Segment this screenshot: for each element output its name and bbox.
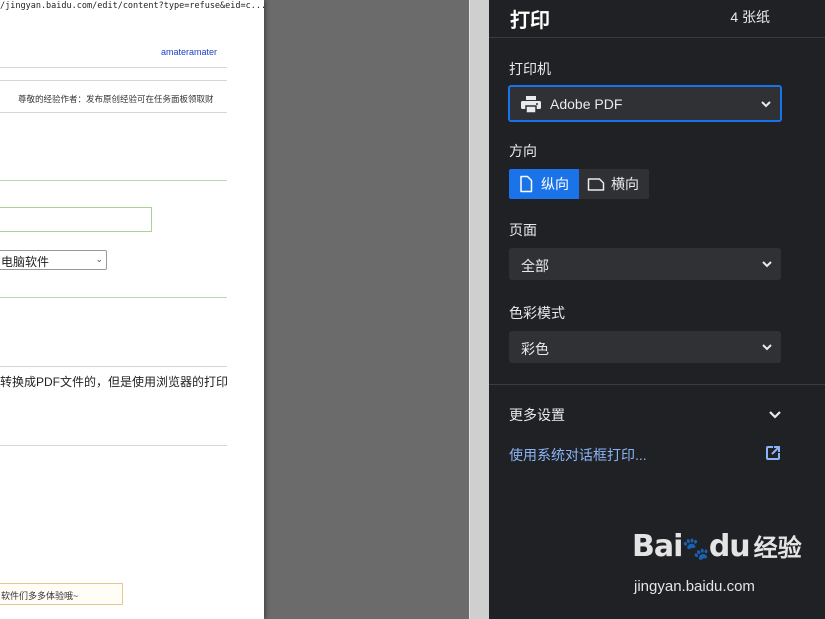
preview-divider — [0, 445, 227, 446]
open-external-icon[interactable] — [764, 444, 782, 462]
pages-label: 页面 — [509, 222, 537, 238]
baidu-logo: Bai🐾du 经验 — [632, 529, 802, 564]
preview-scrollbar[interactable] — [469, 0, 489, 619]
color-mode-label: 色彩模式 — [509, 305, 565, 321]
orientation-landscape-label: 横向 — [611, 176, 639, 192]
pages-select[interactable]: 全部 — [509, 248, 781, 280]
orientation-landscape-button[interactable]: 横向 — [579, 169, 649, 199]
chevron-down-icon — [769, 411, 781, 419]
preview-divider — [0, 112, 227, 113]
system-dialog-link[interactable]: 使用系统对话框打印... — [509, 445, 647, 465]
watermark-url: jingyan.baidu.com — [634, 578, 755, 595]
preview-title-input-box — [0, 207, 152, 232]
more-settings-toggle[interactable]: 更多设置 — [509, 405, 784, 425]
chevron-down-icon — [761, 101, 771, 108]
printer-select-value: Adobe PDF — [550, 96, 623, 112]
color-mode-select-value: 彩色 — [521, 341, 549, 357]
panel-header: 打印 4 张纸 — [489, 0, 825, 38]
preview-tip-box: 软件们多多体验哦~ — [0, 583, 123, 605]
orientation-portrait-button[interactable]: 纵向 — [509, 169, 579, 199]
portrait-page-icon — [520, 175, 533, 193]
print-preview-page: /jingyan.baidu.com/edit/content?type=ref… — [0, 0, 264, 619]
sheet-count: 4 张纸 — [730, 9, 770, 25]
pages-select-value: 全部 — [521, 258, 549, 274]
preview-category-select: 电脑软件 ⌄ — [0, 250, 107, 270]
landscape-page-icon — [587, 178, 605, 191]
preview-notice-text: 尊敬的经验作者：发布原创经验可在任务面板领取财 — [18, 94, 214, 104]
preview-divider — [0, 80, 227, 81]
chevron-down-icon — [762, 344, 772, 351]
panel-divider — [489, 384, 825, 385]
color-mode-select[interactable]: 彩色 — [509, 331, 781, 363]
print-settings-panel: 打印 4 张纸 打印机 Adobe PDF 方向 纵向 横向 页面 全部 色彩模… — [489, 0, 825, 619]
orientation-portrait-label: 纵向 — [541, 176, 569, 192]
preview-divider — [0, 297, 227, 298]
preview-divider — [0, 366, 227, 367]
preview-body-text: 转换成PDF文件的，但是使用浏览器的打印 — [0, 375, 229, 389]
printer-select[interactable]: Adobe PDF — [508, 85, 782, 122]
printer-label: 打印机 — [509, 61, 551, 77]
orientation-label: 方向 — [509, 143, 537, 159]
preview-divider — [0, 67, 227, 68]
preview-username-link: amateramater — [161, 47, 218, 57]
orientation-toggle-group: 纵向 横向 — [509, 169, 649, 199]
preview-tip-text: 软件们多多体验哦~ — [1, 591, 79, 601]
preview-url-text: /jingyan.baidu.com/edit/content?type=ref… — [0, 1, 264, 11]
preview-category-value: 电脑软件 — [1, 255, 50, 269]
panel-title: 打印 — [510, 10, 550, 32]
chevron-down-icon: ⌄ — [95, 254, 103, 264]
more-settings-label: 更多设置 — [509, 407, 565, 423]
preview-divider — [0, 180, 227, 181]
paw-icon: 🐾 — [682, 537, 709, 562]
chevron-down-icon — [762, 261, 772, 268]
printer-icon — [521, 96, 541, 113]
baidu-jingyan-watermark: Bai🐾du 经验 jingyan.baidu.com — [632, 528, 802, 603]
